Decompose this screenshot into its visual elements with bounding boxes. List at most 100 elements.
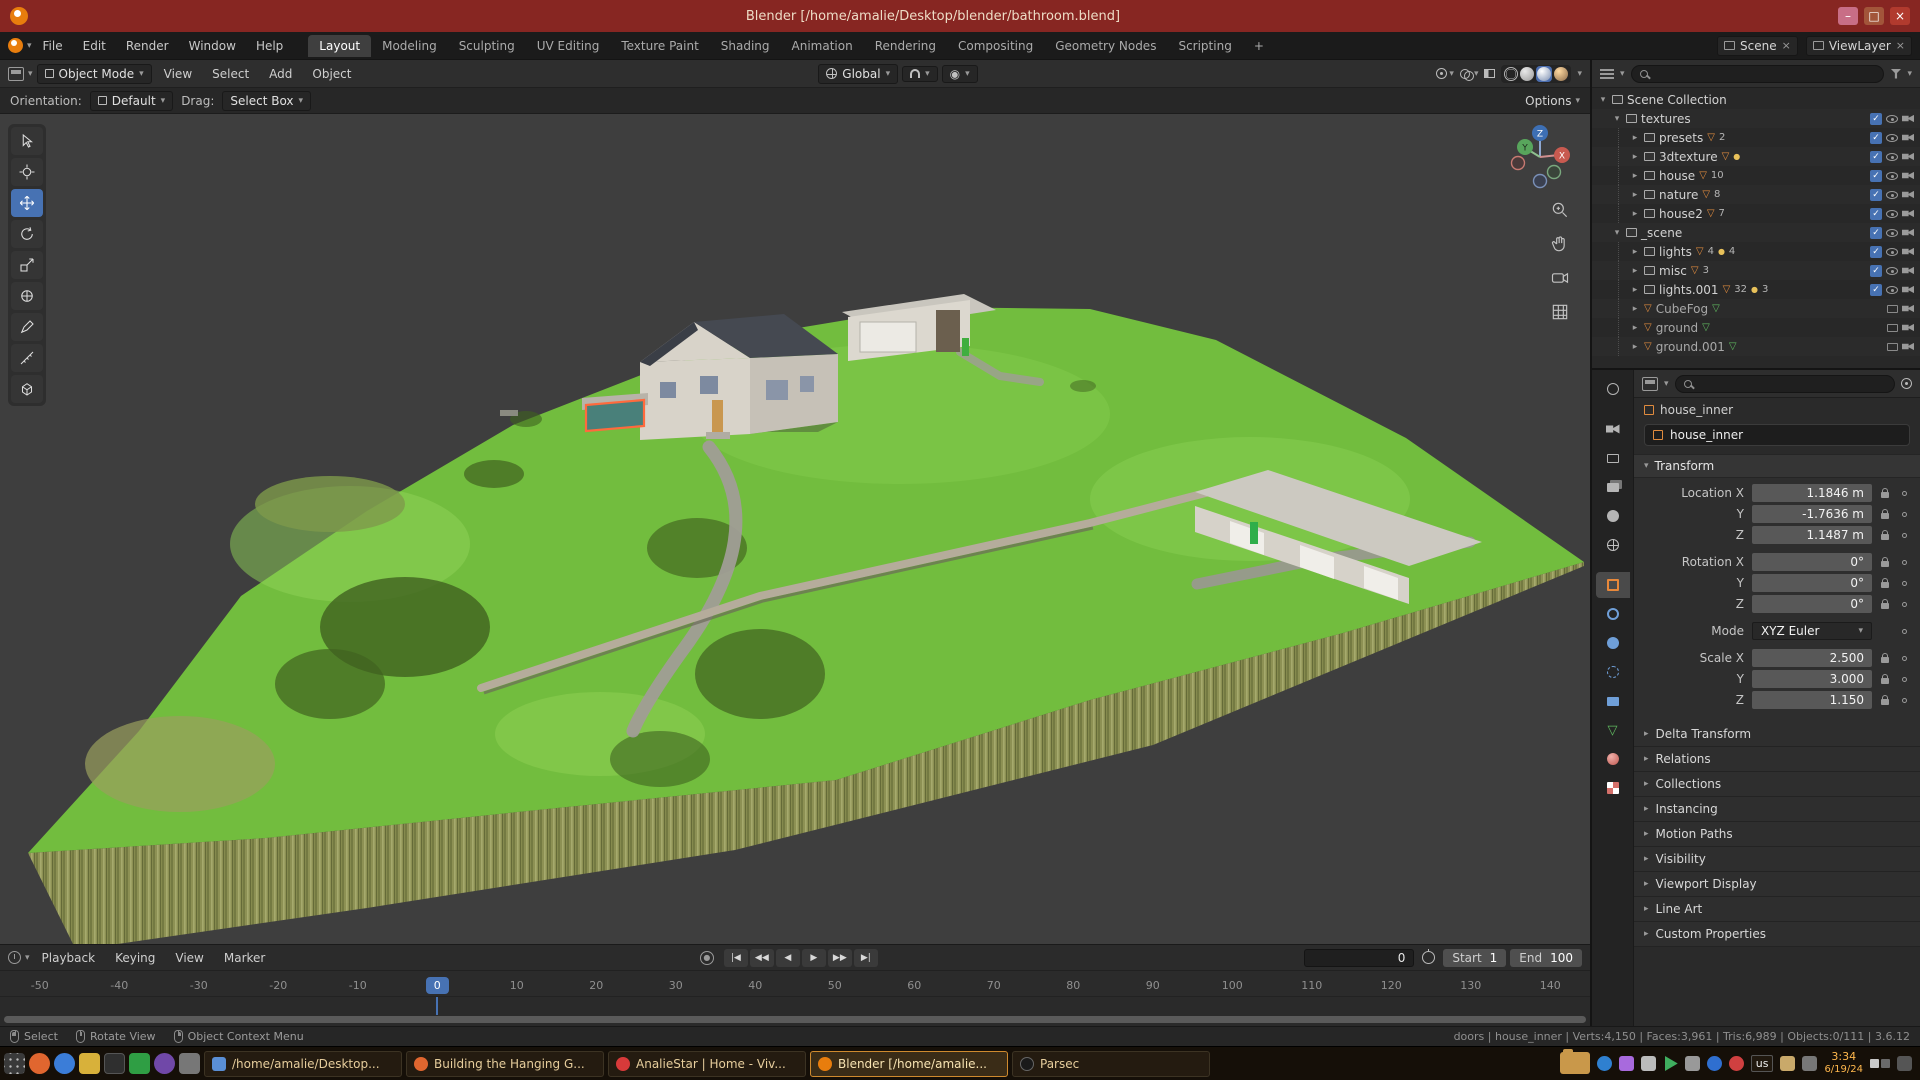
collection-checkbox[interactable] xyxy=(1870,208,1882,220)
hide-in-viewport-icon[interactable] xyxy=(1886,153,1898,161)
section-line-art[interactable]: ▸Line Art xyxy=(1634,897,1920,922)
menu-render[interactable]: Render xyxy=(117,36,178,56)
menu-edit[interactable]: Edit xyxy=(74,36,115,56)
expander-icon[interactable]: ▸ xyxy=(1630,266,1640,276)
lock-icon[interactable] xyxy=(1881,561,1889,567)
outliner-row-ground-001[interactable]: ▸ ▽ ground.001 ▽ xyxy=(1592,337,1920,356)
section-visibility[interactable]: ▸Visibility xyxy=(1634,847,1920,872)
tray-folder-icon[interactable] xyxy=(1560,1052,1590,1074)
workspace-tab-animation[interactable]: Animation xyxy=(781,35,864,57)
tab-texture[interactable] xyxy=(1596,775,1630,801)
current-frame-field[interactable]: 0 xyxy=(1304,949,1414,967)
workspace-pager[interactable] xyxy=(1870,1059,1890,1068)
workspace-tab-layout[interactable]: Layout xyxy=(308,35,371,57)
expander-icon[interactable]: ▸ xyxy=(1630,323,1640,333)
gizmo-x-axis[interactable]: X xyxy=(1559,152,1565,162)
expander-icon[interactable]: ▸ xyxy=(1630,171,1640,181)
section-motion-paths[interactable]: ▸Motion Paths xyxy=(1634,822,1920,847)
hide-in-viewport-icon[interactable] xyxy=(1887,324,1898,332)
expander-icon[interactable]: ▾ xyxy=(1612,114,1622,124)
menu-file[interactable]: File xyxy=(34,36,72,56)
timeline-scrollbar[interactable] xyxy=(4,1016,1586,1023)
menu-view[interactable]: View xyxy=(156,64,200,84)
keyboard-layout-indicator[interactable]: us xyxy=(1751,1055,1774,1072)
show-desktop-icon[interactable] xyxy=(1897,1056,1912,1071)
expander-icon[interactable]: ▸ xyxy=(1630,285,1640,295)
remove-viewlayer-icon[interactable]: × xyxy=(1896,39,1905,52)
scene-selector[interactable]: Scene × xyxy=(1717,36,1798,56)
shading-wireframe-icon[interactable] xyxy=(1504,67,1518,81)
workspace-tab-geometry-nodes[interactable]: Geometry Nodes xyxy=(1044,35,1167,57)
show-gizmos-toggle[interactable]: ▾ xyxy=(1436,68,1454,79)
taskbar-window-files[interactable]: /home/amalie/Desktop... xyxy=(204,1051,402,1077)
gizmo-negz-axis[interactable] xyxy=(1534,175,1547,188)
scale-y-field[interactable]: 3.000 xyxy=(1752,670,1872,688)
disable-in-renders-icon[interactable] xyxy=(1902,191,1914,199)
app-menu-icon[interactable] xyxy=(4,1053,25,1074)
animate-dot[interactable] xyxy=(1902,677,1907,682)
location-x-field[interactable]: 1.1846 m xyxy=(1752,484,1872,502)
lock-icon[interactable] xyxy=(1881,678,1889,684)
clipboard-tray-icon[interactable] xyxy=(1780,1056,1795,1071)
expander-icon[interactable]: ▸ xyxy=(1630,342,1640,352)
gizmo-y-axis[interactable]: Y xyxy=(1521,144,1528,154)
disable-in-renders-icon[interactable] xyxy=(1902,172,1914,180)
workspace-tab-uv-editing[interactable]: UV Editing xyxy=(526,35,611,57)
transform-orientation-dropdown[interactable]: Global ▾ xyxy=(818,64,898,84)
disable-in-renders-icon[interactable] xyxy=(1902,324,1914,332)
expander-icon[interactable]: ▸ xyxy=(1630,152,1640,162)
start-frame-field[interactable]: Start 1 xyxy=(1443,949,1506,967)
editor-type-icon[interactable] xyxy=(8,67,24,81)
disable-in-renders-icon[interactable] xyxy=(1902,210,1914,218)
tool-cursor[interactable] xyxy=(11,158,43,186)
jump-next-keyframe-button[interactable]: ▶▶ xyxy=(828,949,852,967)
tool-add-cube[interactable] xyxy=(11,375,43,403)
shading-material-icon[interactable] xyxy=(1536,66,1552,82)
tab-world[interactable] xyxy=(1596,532,1630,558)
collection-checkbox[interactable] xyxy=(1870,284,1882,296)
collection-checkbox[interactable] xyxy=(1870,113,1882,125)
animate-dot[interactable] xyxy=(1902,602,1907,607)
disable-in-renders-icon[interactable] xyxy=(1902,343,1914,351)
tool-select-box[interactable] xyxy=(11,127,43,155)
transform-panel-header[interactable]: ▾ Transform xyxy=(1634,454,1920,478)
zoom-icon[interactable] xyxy=(1550,200,1570,220)
disable-in-renders-icon[interactable] xyxy=(1902,134,1914,142)
section-collections[interactable]: ▸Collections xyxy=(1634,772,1920,797)
workspace-tab-modeling[interactable]: Modeling xyxy=(371,35,448,57)
lock-icon[interactable] xyxy=(1881,492,1889,498)
hide-in-viewport-icon[interactable] xyxy=(1887,343,1898,351)
tab-constraints[interactable] xyxy=(1596,688,1630,714)
shading-rendered-icon[interactable] xyxy=(1554,67,1568,81)
screenshot-tray-icon[interactable] xyxy=(1641,1056,1656,1071)
tool-move[interactable] xyxy=(11,189,43,217)
info-tray-icon[interactable] xyxy=(1597,1056,1612,1071)
workspace-tab-shading[interactable]: Shading xyxy=(710,35,781,57)
taskbar-window-parsec[interactable]: Parsec xyxy=(1012,1051,1210,1077)
menu-view-timeline[interactable]: View xyxy=(167,948,211,968)
files-icon[interactable] xyxy=(79,1053,100,1074)
pin-id-icon[interactable] xyxy=(1901,378,1912,389)
tab-physics[interactable] xyxy=(1596,659,1630,685)
lock-icon[interactable] xyxy=(1881,657,1889,663)
current-frame-indicator[interactable]: 0 xyxy=(398,979,478,996)
animate-dot[interactable] xyxy=(1902,560,1907,565)
timeline-editor-icon[interactable] xyxy=(8,951,21,964)
timeline-ruler[interactable]: -50 -40 -30 -20 -10 0 10 20 30 40 50 60 … xyxy=(0,970,1590,996)
disable-in-renders-icon[interactable] xyxy=(1902,229,1914,237)
outliner-row-scene-collection[interactable]: ▾ Scene Collection xyxy=(1592,90,1920,109)
hide-in-viewport-icon[interactable] xyxy=(1886,210,1898,218)
expander-icon[interactable]: ▸ xyxy=(1630,133,1640,143)
drag-dropdown[interactable]: Select Box ▾ xyxy=(222,91,311,111)
close-button[interactable]: × xyxy=(1890,7,1910,25)
gizmo-negx-axis[interactable] xyxy=(1512,157,1525,170)
expander-icon[interactable]: ▸ xyxy=(1630,209,1640,219)
browser-icon[interactable] xyxy=(29,1053,50,1074)
outliner-row-ground[interactable]: ▸ ▽ ground ▽ xyxy=(1592,318,1920,337)
bluetooth-tray-icon[interactable] xyxy=(1707,1056,1722,1071)
jump-to-end-button[interactable]: ▶| xyxy=(854,949,878,967)
workspace-tab-texture-paint[interactable]: Texture Paint xyxy=(610,35,709,57)
mode-dropdown[interactable]: Object Mode ▾ xyxy=(37,64,152,84)
printer-tray-icon[interactable] xyxy=(1685,1056,1700,1071)
object-name-field[interactable]: house_inner xyxy=(1644,424,1910,446)
